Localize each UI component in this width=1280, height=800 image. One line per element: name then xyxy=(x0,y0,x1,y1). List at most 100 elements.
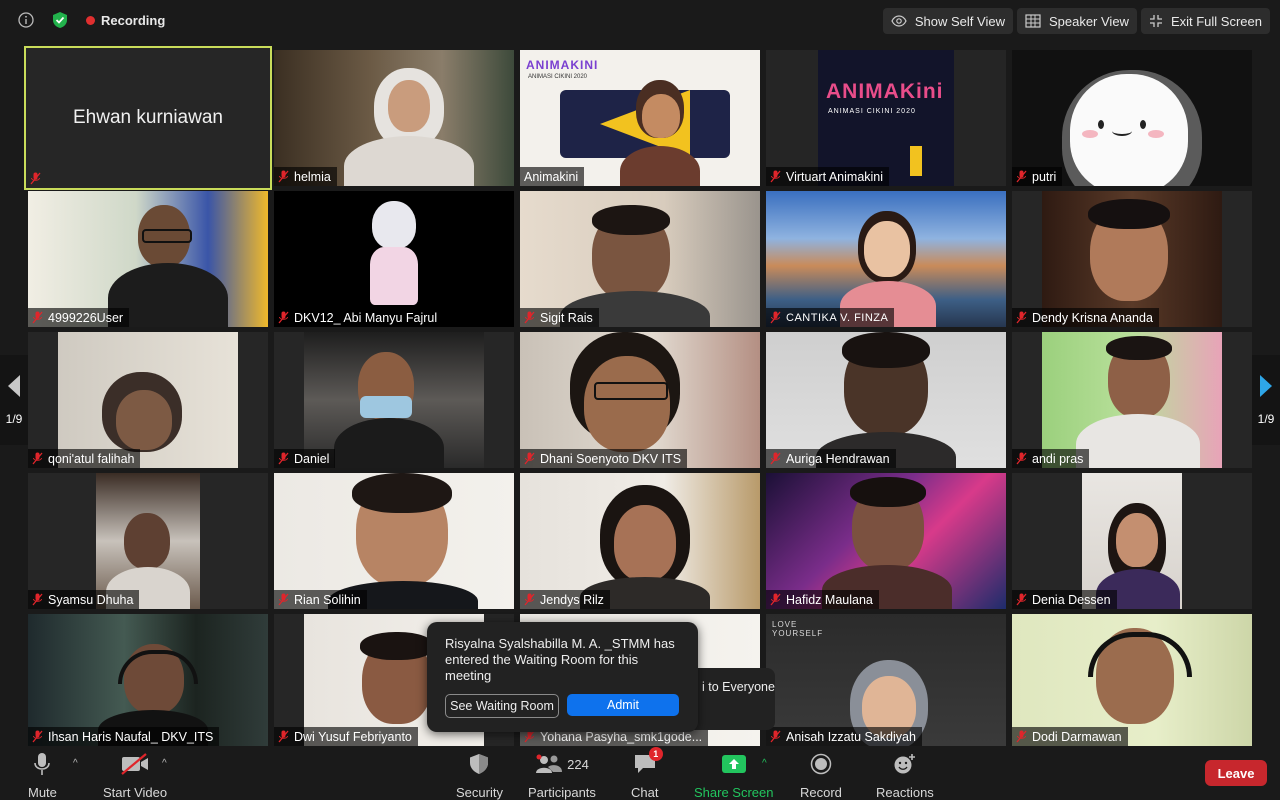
muted-mic-icon xyxy=(278,593,289,606)
video-tile[interactable]: qoni'atul falihah xyxy=(28,332,268,468)
video-tile[interactable]: Ihsan Haris Naufal_ DKV_ITS xyxy=(28,614,268,746)
name-tag: Auriga Hendrawan xyxy=(766,449,896,468)
video-tile[interactable]: Daniel xyxy=(274,332,514,468)
previous-page-button[interactable]: 1/9 xyxy=(0,355,28,445)
next-page-button[interactable]: 1/9 xyxy=(1252,355,1280,445)
microphone-icon xyxy=(33,750,51,778)
mascot-blush xyxy=(1082,130,1098,138)
muted-mic-icon xyxy=(770,593,781,606)
person-face xyxy=(614,505,676,581)
video-tile[interactable]: Dendy Krisna Ananda xyxy=(1012,191,1252,327)
character-body xyxy=(370,247,418,305)
logo-panel xyxy=(818,50,954,186)
name-tag: Dwi Yusuf Febriyanto xyxy=(274,727,418,746)
video-tile[interactable]: helmia xyxy=(274,50,514,186)
encryption-shield-icon[interactable] xyxy=(48,8,72,32)
exit-full-screen-button[interactable]: Exit Full Screen xyxy=(1140,8,1270,34)
video-tile[interactable]: Auriga Hendrawan xyxy=(766,332,1006,468)
video-tile[interactable]: 4999226User xyxy=(28,191,268,327)
video-tile[interactable]: Rian Solihin xyxy=(274,473,514,609)
name-tag: helmia xyxy=(274,167,337,186)
person-face xyxy=(642,94,680,138)
person-hair xyxy=(850,477,926,507)
meeting-controls-bar: Mute ^ Start Video ^ Security 224 Partic… xyxy=(0,747,1280,800)
video-tile[interactable]: andi pras xyxy=(1012,332,1252,468)
speaker-view-button[interactable]: Speaker View xyxy=(1016,8,1137,34)
muted-mic-icon xyxy=(770,730,781,743)
participant-name: Syamsu Dhuha xyxy=(48,592,134,607)
chat-notification[interactable]: i to Everyone xyxy=(690,668,775,730)
name-tag: qoni'atul falihah xyxy=(28,449,141,468)
participants-label: Participants xyxy=(528,785,596,800)
name-tag: Animakini xyxy=(520,167,585,186)
admit-button[interactable]: Admit xyxy=(567,694,679,716)
leave-button[interactable]: Leave xyxy=(1205,760,1267,786)
muted-mic-icon xyxy=(278,452,289,465)
name-tag: Virtuart Animakini xyxy=(766,167,890,186)
participant-name: Animakini xyxy=(524,169,579,184)
person-face xyxy=(864,221,910,277)
start-video-button[interactable]: Start Video xyxy=(103,750,167,800)
animakini-logo: ANIMAKini xyxy=(826,80,944,103)
video-tile[interactable]: Dhani Soenyoto DKV ITS xyxy=(520,332,760,468)
audio-options-caret-icon[interactable]: ^ xyxy=(73,758,78,769)
video-options-caret-icon[interactable]: ^ xyxy=(162,758,167,769)
reactions-label: Reactions xyxy=(876,785,934,800)
muted-mic-icon xyxy=(1016,452,1027,465)
recording-indicator[interactable]: Recording xyxy=(86,13,165,28)
muted-mic-icon xyxy=(278,311,289,324)
video-tile[interactable]: ANIMAKini ANIMASI CIKINI 2020 Virtuart A… xyxy=(766,50,1006,186)
video-tile[interactable]: Jendys Rilz xyxy=(520,473,760,609)
chat-button[interactable]: 1 Chat xyxy=(631,747,663,800)
video-tile[interactable]: CANTIKA V. FINZA xyxy=(766,191,1006,327)
name-tag: andi pras xyxy=(1012,449,1090,468)
participant-big-name: Ehwan kurniawan xyxy=(73,107,223,128)
mute-button[interactable]: Mute xyxy=(28,750,57,800)
participants-icon xyxy=(536,754,563,773)
video-tile[interactable]: LOVE YOURSELF Anisah Izzatu Sakdiyah xyxy=(766,614,1006,746)
video-tile[interactable]: ANIMAKINI ANIMASI CIKINI 2020 Animakini xyxy=(520,50,760,186)
person-face xyxy=(124,513,170,569)
muted-mic-icon xyxy=(1016,593,1027,606)
grid-view-icon xyxy=(1025,14,1041,28)
video-tile[interactable]: Denia Dessen xyxy=(1012,473,1252,609)
reactions-button[interactable]: Reactions xyxy=(876,750,934,800)
muted-mic-icon xyxy=(770,170,781,183)
participant-name: andi pras xyxy=(1032,451,1084,466)
video-tile[interactable]: putri xyxy=(1012,50,1252,186)
mascot-smile xyxy=(1112,126,1132,136)
video-tile[interactable]: Dodi Darmawan xyxy=(1012,614,1252,746)
video-tile[interactable]: Sigit Rais xyxy=(520,191,760,327)
info-icon[interactable] xyxy=(14,8,38,32)
name-tag: DKV12_ Abi Manyu Fajrul xyxy=(274,308,444,327)
share-screen-label: Share Screen xyxy=(694,785,774,800)
security-label: Security xyxy=(456,785,503,800)
person-face xyxy=(388,80,430,132)
share-options-caret-icon[interactable]: ^ xyxy=(762,758,767,769)
arrow-left-icon xyxy=(8,375,20,397)
meeting-status: Recording xyxy=(14,8,165,32)
video-tile[interactable]: Ehwan kurniawan xyxy=(24,46,272,190)
participant-name: Anisah Izzatu Sakdiyah xyxy=(786,729,916,744)
mute-label: Mute xyxy=(28,785,57,800)
video-tile[interactable]: Hafidz Maulana xyxy=(766,473,1006,609)
video-tile[interactable]: Syamsu Dhuha xyxy=(28,473,268,609)
muted-mic-icon xyxy=(30,172,41,185)
person-face xyxy=(116,390,172,450)
record-button[interactable]: Record xyxy=(800,750,842,800)
participant-name: qoni'atul falihah xyxy=(48,451,135,466)
show-self-view-button[interactable]: Show Self View xyxy=(882,8,1013,34)
banner-subtitle: ANIMASI CIKINI 2020 xyxy=(528,74,588,80)
video-tile[interactable]: DKV12_ Abi Manyu Fajrul xyxy=(274,191,514,327)
participants-button[interactable]: 224 Participants xyxy=(528,750,596,800)
participant-name: Daniel xyxy=(294,451,330,466)
name-tag xyxy=(26,169,47,188)
person-hair xyxy=(842,332,930,368)
video-off-icon xyxy=(120,750,150,778)
see-waiting-room-button[interactable]: See Waiting Room xyxy=(445,694,559,718)
name-tag: Dendy Krisna Ananda xyxy=(1012,308,1159,327)
security-button[interactable]: Security xyxy=(456,750,503,800)
page-indicator-left: 1/9 xyxy=(5,412,23,426)
eye-icon xyxy=(891,15,907,27)
record-label: Record xyxy=(800,785,842,800)
